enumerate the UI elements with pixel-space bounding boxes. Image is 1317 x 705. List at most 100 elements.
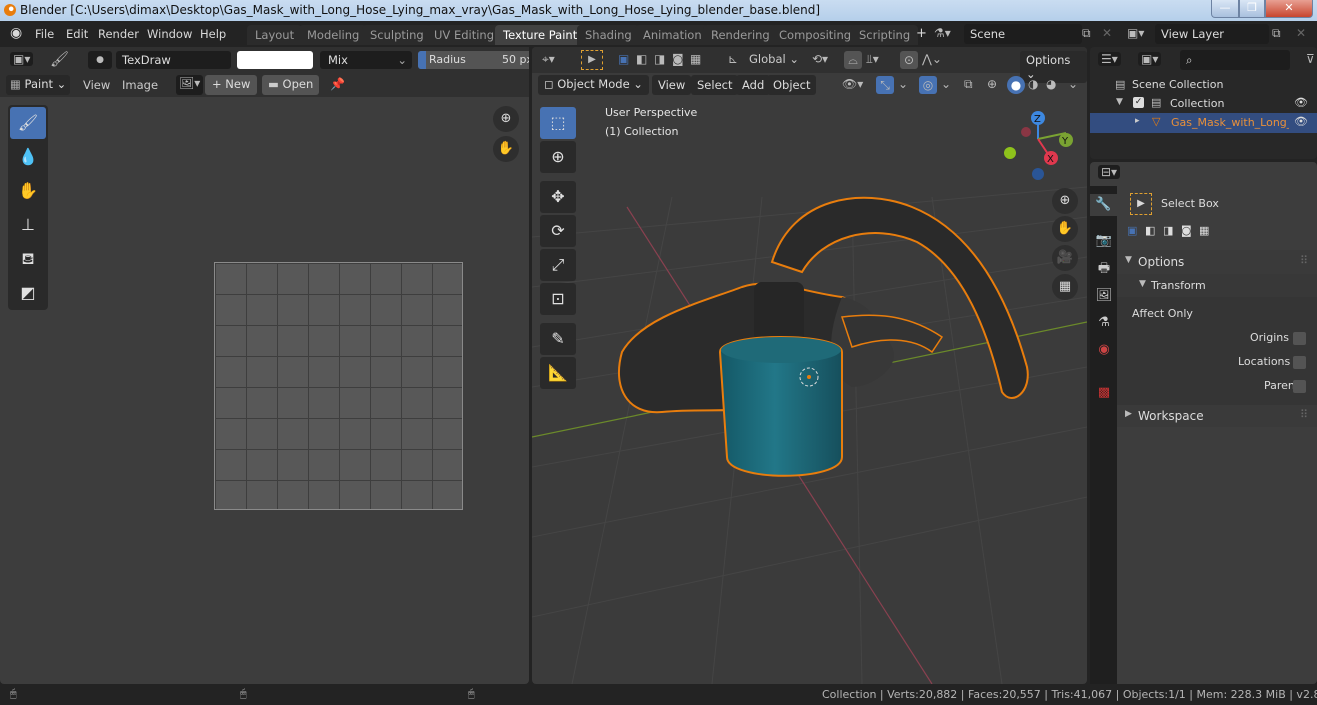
menu-view[interactable]: View	[652, 75, 692, 95]
menu-image[interactable]: Image	[122, 78, 158, 92]
camera-view-icon[interactable]: 🎥	[1052, 245, 1078, 271]
editor-type-icon[interactable]: ▣▾	[10, 52, 34, 66]
shading-rendered-icon[interactable]: ◕	[1046, 77, 1056, 91]
parents-checkbox[interactable]	[1293, 380, 1306, 393]
eye-icon[interactable]: 👁	[1294, 96, 1308, 109]
tab-animation[interactable]: Animation	[635, 25, 710, 45]
smear-tool-icon[interactable]: ✋	[10, 175, 46, 207]
draw-brush-tool-icon[interactable]: 🖌	[10, 107, 46, 139]
3d-viewport[interactable]: ⌖▾ ▶ ▣ ◧ ◨ ◙ ▦ ⊾ Global ⌄ ⟲▾ ⌓ ⫫▾ ⊙ ⋀⌄ O…	[532, 47, 1087, 684]
brush-color-swatch[interactable]	[237, 51, 313, 69]
collection-checkbox[interactable]: ✓	[1133, 97, 1144, 108]
tab-texture-paint[interactable]: Texture Paint	[495, 25, 586, 45]
tab-tool-icon[interactable]: 🔧	[1090, 194, 1117, 216]
tab-output-icon[interactable]: 🖶	[1093, 258, 1115, 280]
select-new-icon[interactable]: ▣	[618, 52, 629, 66]
tab-layout[interactable]: Layout	[247, 25, 303, 45]
rotate-tool-icon[interactable]: ⟳	[540, 215, 576, 247]
ortho-toggle-icon[interactable]: ▦	[1052, 274, 1078, 300]
delete-view-layer-icon[interactable]: ✕	[1296, 26, 1306, 40]
tab-view-layer-icon[interactable]: 🖼	[1093, 285, 1115, 307]
menu-edit[interactable]: Edit	[66, 27, 88, 41]
workspace-panel-header[interactable]: ▶ Workspace ⠿	[1117, 405, 1317, 427]
uv-image-canvas[interactable]	[214, 262, 463, 510]
tab-modeling[interactable]: Modeling	[299, 25, 368, 45]
falloff-icon[interactable]: ⋀⌄	[922, 52, 942, 66]
select-intersect-icon[interactable]: ▦	[1199, 224, 1209, 237]
select-invert-icon[interactable]: ◙	[1181, 224, 1192, 237]
pan-hand-icon[interactable]: ✋	[493, 136, 519, 162]
menu-add[interactable]: Add	[736, 75, 771, 95]
scene-icon[interactable]: ⚗▾	[934, 26, 951, 40]
transform-orientation-dropdown[interactable]: Global ⌄	[749, 52, 799, 66]
menu-window[interactable]: Window	[147, 27, 192, 41]
paint-mode-dropdown[interactable]: ▦ Paint ⌄	[6, 75, 71, 95]
scale-tool-icon[interactable]: ⤢	[540, 249, 576, 281]
drag-handle-icon[interactable]: ⠿	[1300, 254, 1308, 267]
options-panel-header[interactable]: ▼ Options ⠿	[1117, 250, 1317, 274]
select-extend-icon[interactable]: ◧	[636, 52, 647, 66]
zoom-icon[interactable]: ⊕	[493, 106, 519, 132]
mask-tool-icon[interactable]: ◩	[10, 277, 46, 309]
pan-hand-icon[interactable]: ✋	[1052, 216, 1078, 242]
overlays-dropdown-icon[interactable]: ⌄	[941, 77, 951, 91]
origins-checkbox[interactable]	[1293, 332, 1306, 345]
blend-mode-dropdown[interactable]: Mix ⌄	[320, 51, 412, 69]
outliner-row-collection[interactable]: ▼ ✓ ▤ Collection 👁	[1090, 94, 1317, 114]
tab-render-icon[interactable]: 📷	[1093, 230, 1115, 252]
menu-object[interactable]: Object	[767, 75, 817, 95]
scene-selector[interactable]: Scene	[964, 24, 1082, 44]
gizmo-toggle-icon[interactable]: ⤡	[876, 76, 894, 94]
blender-menu-icon[interactable]: ◉	[10, 25, 22, 41]
shading-wireframe-icon[interactable]: ⊕	[987, 77, 997, 91]
shading-material-icon[interactable]: ◑	[1028, 77, 1038, 91]
gizmo-dropdown-icon[interactable]: ⌄	[898, 77, 908, 91]
zoom-icon[interactable]: ⊕	[1052, 188, 1078, 214]
filter-icon[interactable]: ⊽	[1306, 52, 1315, 66]
outliner-row-scene-collection[interactable]: ▤ Scene Collection	[1090, 75, 1317, 95]
minimize-button[interactable]: —	[1211, 0, 1239, 18]
menu-select[interactable]: Select	[691, 75, 739, 95]
view-layer-selector[interactable]: View Layer	[1155, 24, 1269, 44]
pin-icon[interactable]: 📌	[330, 77, 345, 91]
locations-checkbox[interactable]	[1293, 356, 1306, 369]
select-invert-icon[interactable]: ◙	[672, 52, 684, 66]
outliner-editor-type-icon[interactable]: ☰▾	[1098, 52, 1121, 66]
view-layer-icon[interactable]: ▣▾	[1127, 26, 1144, 40]
properties-editor-type-icon[interactable]: ⊟▾	[1098, 165, 1121, 179]
new-scene-icon[interactable]: ⧉	[1082, 26, 1091, 41]
tab-shading[interactable]: Shading	[577, 25, 640, 45]
proportional-edit-icon[interactable]: ⊙	[900, 51, 918, 69]
fill-tool-icon[interactable]: ⛾	[10, 243, 46, 275]
object-mode-dropdown[interactable]: ◻ Object Mode ⌄	[538, 75, 649, 95]
tab-world-icon[interactable]: ◉	[1093, 339, 1115, 361]
close-button[interactable]: ✕	[1265, 0, 1313, 18]
tab-scripting[interactable]: Scripting	[851, 25, 919, 45]
tab-rendering[interactable]: Rendering	[703, 25, 778, 45]
display-mode-icon[interactable]: ▣▾	[1138, 52, 1162, 66]
menu-help[interactable]: Help	[200, 27, 226, 41]
snap-target-icon[interactable]: ⫫▾	[866, 52, 879, 67]
select-subtract-icon[interactable]: ◨	[654, 52, 665, 66]
brush-name-field[interactable]: TexDraw	[116, 51, 231, 69]
maximize-button[interactable]: ❐	[1239, 0, 1265, 18]
visibility-icon[interactable]: 👁▾	[842, 77, 863, 91]
brush-preview-icon[interactable]: ●	[88, 51, 112, 69]
outliner-search-input[interactable]: ⌕	[1180, 50, 1290, 70]
new-image-button[interactable]: + New	[205, 75, 258, 95]
editor-type-icon[interactable]: ⌖▾	[542, 52, 555, 67]
clone-tool-icon[interactable]: ⊥	[10, 209, 46, 241]
outliner-row-object[interactable]: ▸ ▽ Gas_Mask_with_Long_Hose 👁	[1090, 113, 1317, 133]
delete-scene-icon[interactable]: ✕	[1102, 26, 1112, 40]
open-image-button[interactable]: ▬ Open	[262, 75, 320, 95]
select-extend-icon[interactable]: ◧	[1145, 224, 1155, 237]
measure-tool-icon[interactable]: 📐	[540, 357, 576, 389]
new-view-layer-icon[interactable]: ⧉	[1272, 26, 1281, 41]
radius-slider[interactable]: Radius 50 px	[418, 51, 529, 69]
xray-toggle-icon[interactable]: ⧉	[964, 77, 973, 92]
menu-render[interactable]: Render	[98, 27, 139, 41]
tab-scene-icon[interactable]: ⚗	[1093, 312, 1115, 334]
soften-tool-icon[interactable]: 💧	[10, 141, 46, 173]
navigation-gizmo[interactable]: Z Y X	[1000, 107, 1080, 187]
move-tool-icon[interactable]: ✥	[540, 181, 576, 213]
